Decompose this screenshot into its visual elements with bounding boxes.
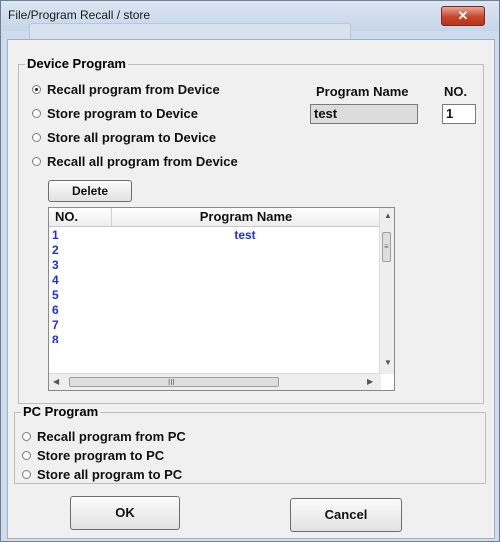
row-number: 2 <box>52 243 59 257</box>
column-header-no[interactable]: NO. <box>55 208 78 226</box>
scroll-right-arrow-icon[interactable]: ▶ <box>367 377 373 386</box>
radio-recall-from-pc[interactable]: Recall program from PC <box>22 429 186 444</box>
row-number: 1 <box>52 228 59 242</box>
program-name-field[interactable]: test <box>310 104 418 124</box>
horizontal-scrollbar[interactable]: ◀ III ▶ <box>49 373 381 390</box>
no-label: NO. <box>444 84 468 99</box>
column-header-program-name[interactable]: Program Name <box>111 208 381 226</box>
row-number: 4 <box>52 273 59 287</box>
close-icon: ✕ <box>457 8 469 23</box>
radio-button[interactable] <box>32 133 41 142</box>
radio-recall-all-from-device[interactable]: Recall all program from Device <box>32 154 238 169</box>
radio-store-to-device[interactable]: Store program to Device <box>32 106 198 121</box>
list-row[interactable]: 6 <box>49 303 381 318</box>
radio-label: Recall all program from Device <box>47 154 238 169</box>
row-number: 3 <box>52 258 59 272</box>
row-number: 6 <box>52 303 59 317</box>
radio-button-checked[interactable] <box>32 85 41 94</box>
list-row[interactable]: 4 <box>49 273 381 288</box>
radio-store-all-to-pc[interactable]: Store all program to PC <box>22 467 182 482</box>
list-row[interactable]: 8 <box>49 333 381 343</box>
radio-recall-from-device[interactable]: Recall program from Device <box>32 82 220 97</box>
radio-label: Store all program to PC <box>37 467 183 482</box>
pc-program-legend: PC Program <box>21 404 101 419</box>
vertical-scrollbar[interactable]: ▲ ≡ ▼ <box>379 208 394 374</box>
program-name-label: Program Name <box>316 84 409 99</box>
list-row[interactable]: 7 <box>49 318 381 333</box>
radio-button[interactable] <box>32 109 41 118</box>
window-title: File/Program Recall / store <box>8 8 151 22</box>
scroll-left-arrow-icon[interactable]: ◀ <box>53 377 59 386</box>
radio-button[interactable] <box>32 157 41 166</box>
dialog-window: File/Program Recall / store ✕ Device Pro… <box>0 0 500 542</box>
device-program-legend: Device Program <box>25 56 128 71</box>
radio-label: Store program to PC <box>37 448 165 463</box>
ok-button[interactable]: OK <box>70 496 180 530</box>
radio-store-all-to-device[interactable]: Store all program to Device <box>32 130 216 145</box>
horizontal-scroll-thumb[interactable]: III <box>69 377 279 387</box>
scroll-down-arrow-icon[interactable]: ▼ <box>384 358 392 367</box>
vertical-scroll-thumb[interactable]: ≡ <box>382 232 391 262</box>
program-list[interactable]: NO. Program Name 1 test 2 3 4 5 6 7 8 ▲ … <box>48 207 395 391</box>
list-row[interactable]: 5 <box>49 288 381 303</box>
grip-icon: ≡ <box>384 242 389 251</box>
dialog-client-area: Device Program Recall program from Devic… <box>7 39 495 539</box>
radio-button[interactable] <box>22 451 31 460</box>
radio-store-to-pc[interactable]: Store program to PC <box>22 448 164 463</box>
cancel-button[interactable]: Cancel <box>290 498 402 532</box>
delete-button[interactable]: Delete <box>48 180 132 202</box>
row-number: 8 <box>52 333 59 343</box>
row-number: 7 <box>52 318 59 332</box>
radio-button[interactable] <box>22 470 31 479</box>
grip-icon: III <box>168 378 175 387</box>
title-bar[interactable]: File/Program Recall / store ✕ <box>1 1 499 42</box>
list-row[interactable]: 3 <box>49 258 381 273</box>
radio-label: Recall program from PC <box>37 429 186 444</box>
list-row[interactable]: 1 test <box>49 228 381 243</box>
scroll-up-arrow-icon[interactable]: ▲ <box>384 211 392 220</box>
radio-label: Store all program to Device <box>47 130 217 145</box>
radio-label: Recall program from Device <box>47 82 220 97</box>
program-number-field[interactable]: 1 <box>442 104 476 124</box>
radio-button[interactable] <box>22 432 31 441</box>
row-program-name: test <box>234 228 256 242</box>
row-number: 5 <box>52 288 59 302</box>
list-header: NO. Program Name <box>49 208 381 227</box>
list-row[interactable]: 2 <box>49 243 381 258</box>
radio-label: Store program to Device <box>47 106 198 121</box>
close-button[interactable]: ✕ <box>441 6 485 26</box>
